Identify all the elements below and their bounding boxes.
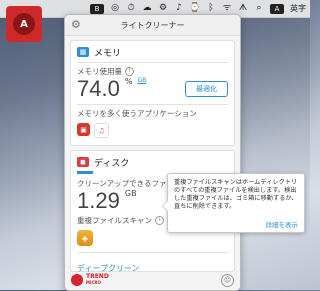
memory-unit-gb[interactable]: GB <box>138 77 147 84</box>
panel-title: ライトクリーナー <box>120 20 185 30</box>
cleanup-value: 1.29 <box>77 188 120 213</box>
menubar-item-5-icon[interactable]: ♪ <box>174 4 184 14</box>
disk-indicator-bar <box>77 171 93 174</box>
memory-chip-icon: ▦ <box>77 47 89 57</box>
panel-header: ⚙ ライトクリーナー <box>65 15 240 36</box>
disk-title: ディスク <box>94 158 130 169</box>
panel-footer: TREND MICRO ☺ <box>65 270 240 290</box>
memory-unit-percent[interactable]: % <box>125 77 133 86</box>
gear-icon[interactable]: ⚙ <box>71 19 83 31</box>
tooltip-details-link[interactable]: 詳細を表示 <box>266 221 299 229</box>
spotlight-icon[interactable]: ⌕ <box>254 4 264 14</box>
smiley-feedback-icon[interactable]: ☺ <box>221 273 234 287</box>
duplicate-scan-label: 重複ファイルスキャン <box>77 216 152 225</box>
divider <box>77 104 228 105</box>
info-icon[interactable]: i <box>125 67 134 76</box>
info-icon[interactable]: i <box>155 216 164 225</box>
trend-logo-line2: MICRO <box>86 280 101 285</box>
duplicate-scan-icon[interactable]: ◈ <box>77 230 93 246</box>
menubar-item-1-icon[interactable]: ◎ <box>110 4 120 14</box>
bluetooth-icon[interactable]: ᛒ <box>206 4 216 14</box>
app-icon-red[interactable]: ▣ <box>77 123 90 136</box>
disk-icon: ◼ <box>77 157 89 167</box>
menubar-item-2-icon[interactable]: ⏱ <box>126 4 136 14</box>
input-source-label[interactable]: 英字 <box>290 3 306 14</box>
memory-apps-label: メモリを多く使うアプリケーション <box>77 109 197 118</box>
menubar-item-6-icon[interactable]: ⌚ <box>189 4 200 14</box>
duplicate-scan-tooltip: 重複ファイルスキャンはホームディレクトリのすべての重複ファイルを検出します。検出… <box>162 173 305 233</box>
menubar-item-4-icon[interactable]: ⚙ <box>158 4 168 14</box>
trend-micro-logo-icon <box>71 274 83 286</box>
wifi-icon[interactable]: ᯤ <box>222 4 232 14</box>
optimize-button[interactable]: 最適化 <box>185 81 228 97</box>
cleanup-unit: GB <box>124 189 137 198</box>
tooltip-text: 重複ファイルスキャンはホームディレクトリのすべての重複ファイルを検出します。検出… <box>174 179 298 210</box>
battery-icon[interactable]: ᗑ <box>238 4 248 14</box>
divider <box>77 252 228 253</box>
memory-card: ▦ メモリ メモリ使用量 i 74.0 % GB 最適化 メモリを多く使うアプリ… <box>70 40 235 146</box>
menubar-badge-icon[interactable]: B <box>90 3 104 14</box>
music-app-icon[interactable]: ♫ <box>94 123 109 138</box>
divider <box>77 62 228 63</box>
desktop-app-icon[interactable]: A <box>6 6 42 42</box>
menubar-item-3-icon[interactable]: ☁ <box>142 4 152 14</box>
memory-usage-value: 74.0 <box>77 76 120 101</box>
light-cleaner-panel: ⚙ ライトクリーナー ▦ メモリ メモリ使用量 i 74.0 % GB 最適化 … <box>64 14 241 291</box>
input-source-icon[interactable]: A <box>270 3 284 14</box>
desktop-app-icon-label: A <box>13 13 35 35</box>
memory-title: メモリ <box>94 48 122 59</box>
